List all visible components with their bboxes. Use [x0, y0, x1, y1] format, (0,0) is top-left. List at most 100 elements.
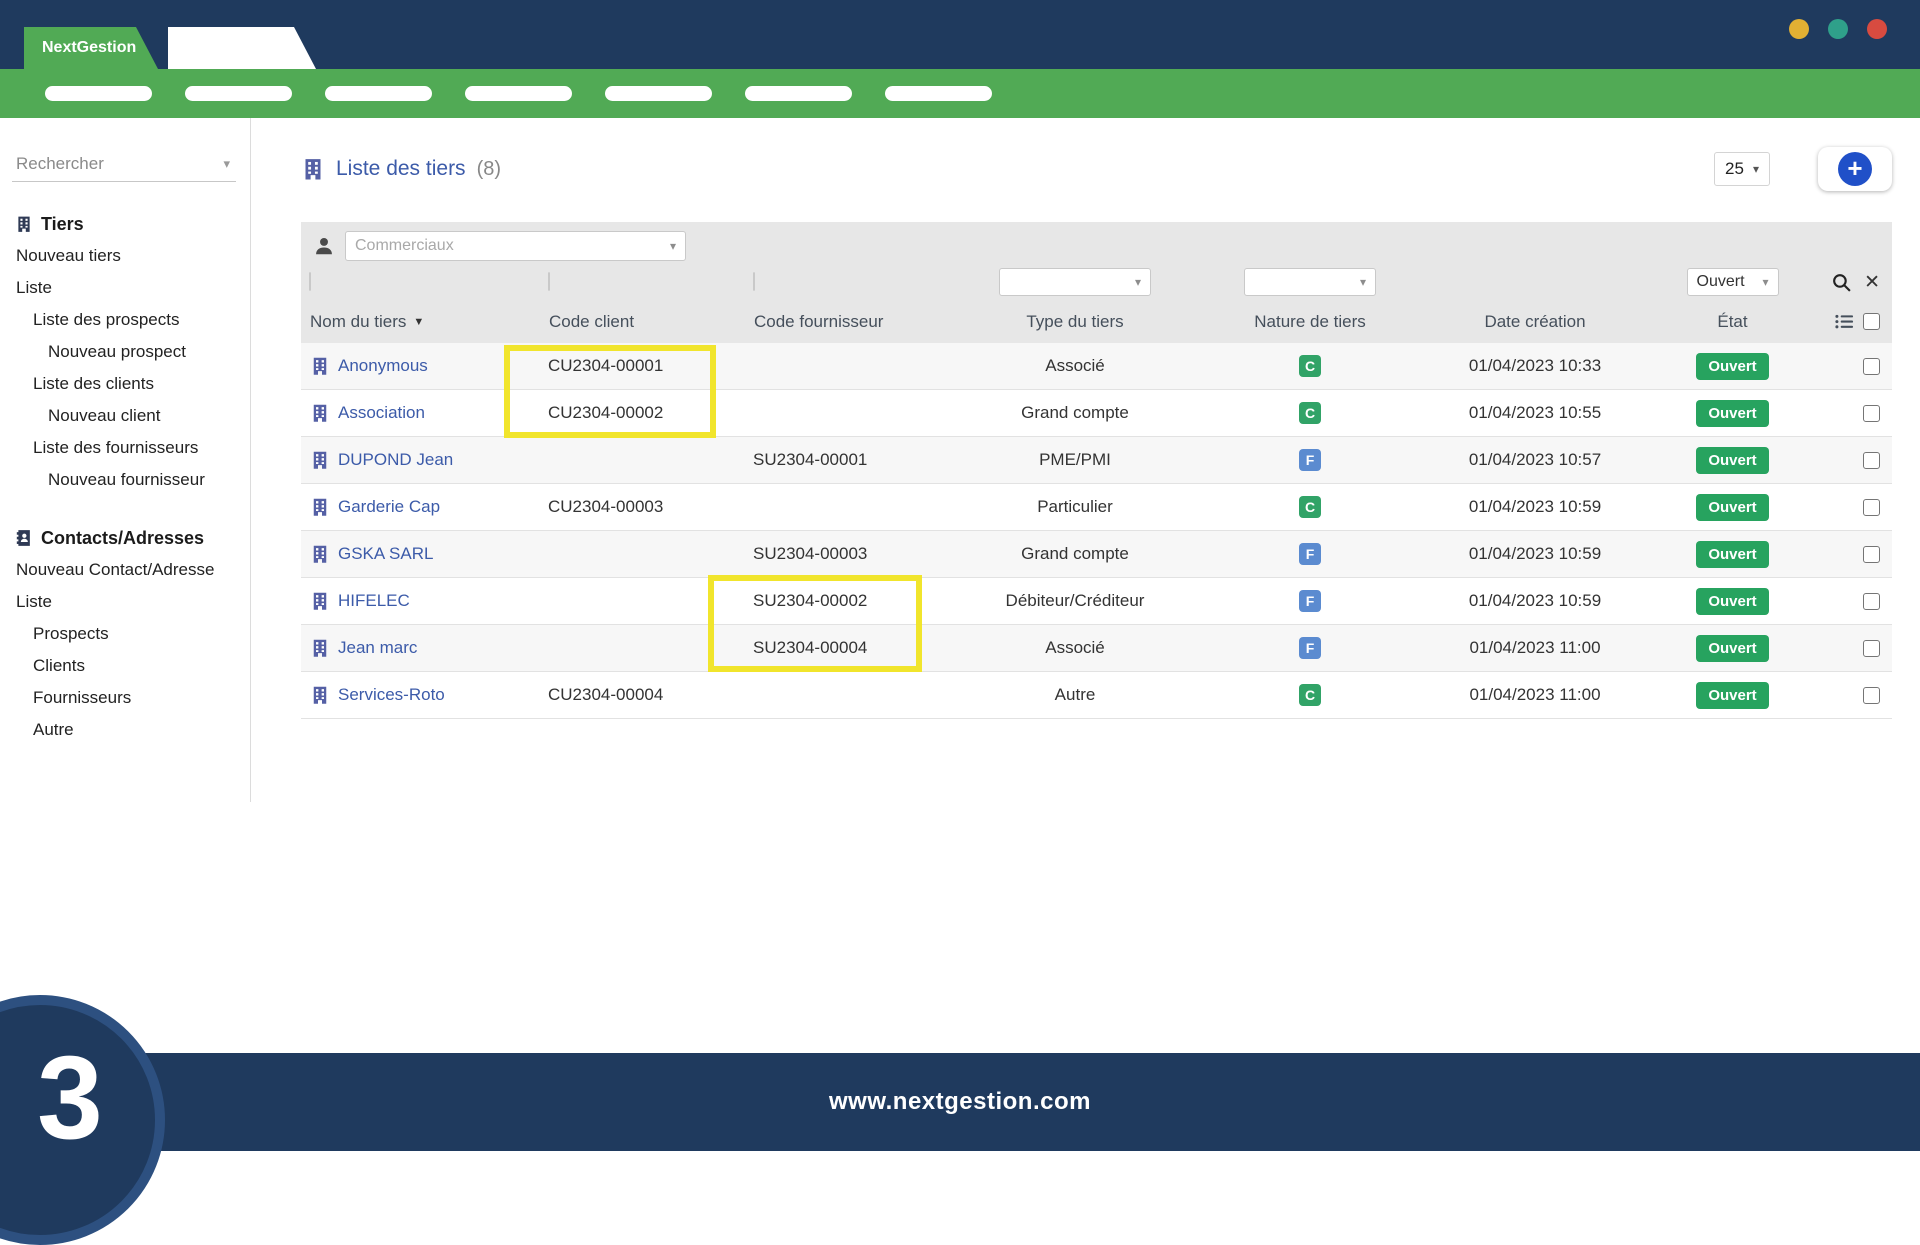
nav-item-placeholder[interactable] — [325, 86, 432, 101]
row-select-cell — [1815, 686, 1892, 704]
column-header-nom[interactable]: Nom du tiers ▼ — [301, 312, 540, 332]
close-button[interactable] — [1867, 19, 1887, 39]
tier-name-cell: Association — [301, 403, 540, 423]
status-badge: Ouvert — [1696, 399, 1769, 427]
sidebar-item[interactable]: Nouveau prospect — [0, 336, 250, 368]
select-all-checkbox[interactable] — [1863, 313, 1880, 330]
filter-type-select[interactable]: ▾ — [999, 268, 1151, 296]
table-row[interactable]: Association CU2304-00002 Grand compte C … — [301, 390, 1892, 437]
row-checkbox[interactable] — [1863, 592, 1880, 610]
add-tier-button[interactable]: + — [1818, 147, 1892, 191]
sidebar-item[interactable]: Fournisseurs — [0, 682, 250, 714]
row-checkbox[interactable] — [1863, 545, 1880, 563]
tier-name-link[interactable]: Anonymous — [338, 356, 428, 376]
sidebar-item[interactable]: Liste — [0, 272, 250, 304]
column-header-type[interactable]: Type du tiers — [950, 312, 1200, 332]
clear-filters-icon[interactable]: ✕ — [1864, 273, 1880, 292]
filter-code-client-input[interactable] — [548, 272, 550, 291]
etat-cell: Ouvert — [1650, 352, 1815, 380]
maximize-button[interactable] — [1828, 19, 1848, 39]
column-header-date[interactable]: Date création — [1420, 312, 1650, 332]
table-row[interactable]: GSKA SARL SU2304-00003 Grand compte F 01… — [301, 531, 1892, 578]
sidebar-item[interactable]: Autre — [0, 714, 250, 746]
sidebar-item[interactable]: Liste — [0, 586, 250, 618]
column-header-code-fournisseur[interactable]: Code fournisseur — [745, 312, 950, 332]
filter-nature-select[interactable]: ▾ — [1244, 268, 1376, 296]
sidebar-item[interactable]: Nouveau tiers — [0, 240, 250, 272]
nav-item-placeholder[interactable] — [745, 86, 852, 101]
nav-item-placeholder[interactable] — [605, 86, 712, 101]
sidebar: Rechercher ▾ Tiers Nouveau tiers Liste List… — [0, 118, 251, 802]
chevron-down-icon: ▾ — [669, 239, 676, 253]
column-header-code-client[interactable]: Code client — [540, 312, 745, 332]
code-fournisseur-cell: SU2304-00004 — [753, 638, 868, 657]
row-select-cell — [1815, 404, 1892, 422]
tier-name-link[interactable]: Garderie Cap — [338, 497, 440, 517]
sidebar-item[interactable]: Nouveau client — [0, 400, 250, 432]
sidebar-item[interactable]: Liste des fournisseurs — [0, 432, 250, 464]
table-row[interactable]: Services-Roto CU2304-00004 Autre C 01/04… — [301, 672, 1892, 719]
list-view-icon[interactable] — [1835, 314, 1854, 329]
code-fournisseur-cell: SU2304-00001 — [753, 450, 868, 469]
row-select-cell — [1815, 545, 1892, 563]
tier-name-link[interactable]: Association — [338, 403, 425, 423]
row-checkbox[interactable] — [1863, 639, 1880, 657]
sidebar-item[interactable]: Nouveau fournisseur — [0, 464, 250, 496]
row-checkbox[interactable] — [1863, 451, 1880, 469]
sidebar-search-input[interactable]: Rechercher ▾ — [12, 146, 236, 182]
nav-item-placeholder[interactable] — [465, 86, 572, 101]
table-row[interactable]: Garderie Cap CU2304-00003 Particulier C … — [301, 484, 1892, 531]
nature-badge: F — [1299, 590, 1321, 612]
row-checkbox[interactable] — [1863, 357, 1880, 375]
filter-name-input[interactable] — [309, 272, 311, 291]
page-size-value: 25 — [1725, 159, 1744, 178]
sidebar-item[interactable]: Prospects — [0, 618, 250, 650]
page-title: Liste des tiers — [336, 157, 466, 180]
sidebar-item[interactable]: Liste des clients — [0, 368, 250, 400]
footer-banner: www.nextgestion.com — [0, 1053, 1920, 1151]
status-badge: Ouvert — [1696, 446, 1769, 474]
table-row[interactable]: HIFELEC SU2304-00002 Débiteur/Créditeur … — [301, 578, 1892, 625]
tier-name-link[interactable]: HIFELEC — [338, 591, 410, 611]
sidebar-item[interactable]: Clients — [0, 650, 250, 682]
etat-cell: Ouvert — [1650, 540, 1815, 568]
table-row[interactable]: DUPOND Jean SU2304-00001 PME/PMI F 01/04… — [301, 437, 1892, 484]
nav-item-placeholder[interactable] — [45, 86, 152, 101]
brand-tab[interactable]: NextGestion — [24, 27, 158, 69]
commercial-placeholder: Commerciaux — [355, 237, 454, 254]
column-header-nature[interactable]: Nature de tiers — [1200, 312, 1420, 332]
table-row[interactable]: Jean marc SU2304-00004 Associé F 01/04/2… — [301, 625, 1892, 672]
nav-item-placeholder[interactable] — [185, 86, 292, 101]
row-checkbox[interactable] — [1863, 498, 1880, 516]
tier-name-link[interactable]: GSKA SARL — [338, 544, 433, 564]
building-icon — [310, 544, 330, 564]
tier-name-link[interactable]: DUPOND Jean — [338, 450, 453, 470]
table-row[interactable]: Anonymous CU2304-00001 Associé C 01/04/2… — [301, 343, 1892, 390]
section-label: Contacts/Adresses — [41, 527, 205, 548]
person-icon — [313, 235, 335, 257]
filter-etat-select[interactable]: Ouvert ▾ — [1686, 268, 1779, 296]
sidebar-item[interactable]: Liste des prospects — [0, 304, 250, 336]
building-icon — [310, 497, 330, 517]
tier-name-link[interactable]: Jean marc — [338, 638, 417, 658]
column-header-etat[interactable]: État — [1650, 312, 1815, 332]
filter-code-fournisseur-input[interactable] — [753, 272, 755, 291]
sidebar-item[interactable]: Nouveau Contact/Adresse — [0, 554, 250, 586]
code-client-cell: CU2304-00004 — [548, 685, 664, 704]
code-fournisseur-cell: SU2304-00003 — [753, 544, 868, 563]
row-checkbox[interactable] — [1863, 404, 1880, 422]
building-icon — [15, 215, 33, 233]
commercial-filter-select[interactable]: Commerciaux ▾ — [345, 231, 686, 261]
minimize-button[interactable] — [1789, 19, 1809, 39]
row-checkbox[interactable] — [1863, 686, 1880, 704]
status-badge: Ouvert — [1696, 634, 1769, 662]
page-size-select[interactable]: 25 ▾ — [1714, 152, 1770, 186]
search-icon[interactable] — [1831, 272, 1852, 293]
secondary-tab[interactable] — [168, 27, 316, 69]
code-client-cell: CU2304-00001 — [548, 356, 664, 375]
tier-name-link[interactable]: Services-Roto — [338, 685, 445, 705]
nav-item-placeholder[interactable] — [885, 86, 992, 101]
list-header: Liste des tiers (8) 25 ▾ + — [301, 145, 1892, 193]
nature-badge: F — [1299, 543, 1321, 565]
nature-cell: F — [1200, 543, 1420, 565]
